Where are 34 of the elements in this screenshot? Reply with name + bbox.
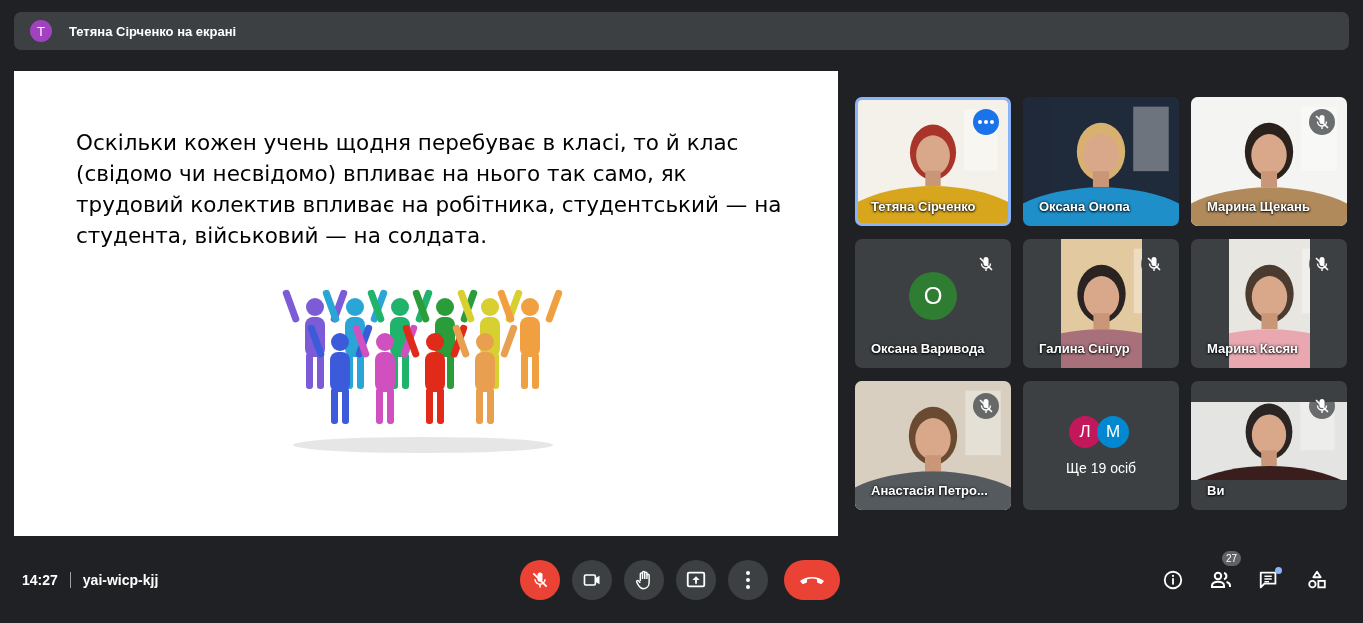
participant-tile[interactable]: Тетяна Сірченко (855, 97, 1011, 226)
meeting-code: yai-wicp-kjj (82, 571, 159, 588)
info-icon (1162, 568, 1184, 591)
microphone-button[interactable] (520, 559, 560, 600)
participant-name: Тетяна Сірченко (871, 199, 976, 214)
participant-name: Марина Щекань (1207, 199, 1310, 214)
participant-name: Анастасія Петро... (871, 483, 988, 498)
presenter-label: Тетяна Сірченко на екрані (69, 23, 237, 39)
participant-name: Оксана Варивода (871, 341, 985, 356)
participant-tile[interactable]: Оксана Онопа (1023, 97, 1179, 226)
more-options-button[interactable] (728, 559, 768, 600)
participant-avatar: Л (1069, 415, 1101, 448)
participant-tile[interactable]: Л М Ще 19 осіб (1023, 381, 1179, 510)
shapes-icon (1306, 568, 1328, 591)
participant-tile[interactable]: О Оксана Варивода (855, 239, 1011, 368)
clock-time: 14:27 (22, 571, 58, 588)
participant-tile[interactable]: Марина Щекань (1191, 97, 1347, 226)
raise-hand-button[interactable] (624, 559, 664, 600)
participant-name: Ви (1207, 483, 1225, 498)
hang-up-icon (800, 574, 824, 585)
participant-avatar: О (909, 271, 957, 320)
participant-count-badge: 27 (1221, 550, 1241, 566)
present-screen-button[interactable] (676, 559, 716, 600)
more-icon (746, 570, 750, 589)
participant-tile[interactable]: Ви (1191, 381, 1347, 510)
end-call-button[interactable] (784, 559, 840, 600)
camera-button[interactable] (572, 559, 612, 600)
more-icon (978, 120, 994, 124)
participant-avatar: М (1097, 415, 1129, 448)
participant-tile[interactable]: Анастасія Петро... (855, 381, 1011, 510)
presenter-avatar: Т (30, 20, 52, 42)
slide-text: Оскільки кожен учень щодня перебуває в класі, то й клас (свідомо чи несвідомо) впливає на нього так само, як трудовий колектив впливає на робітника, студентський — на студента, військовий — на солдата. (76, 129, 783, 250)
participant-name: Оксана Онопа (1039, 199, 1130, 214)
others-count: Ще 19 осіб (1065, 459, 1137, 476)
